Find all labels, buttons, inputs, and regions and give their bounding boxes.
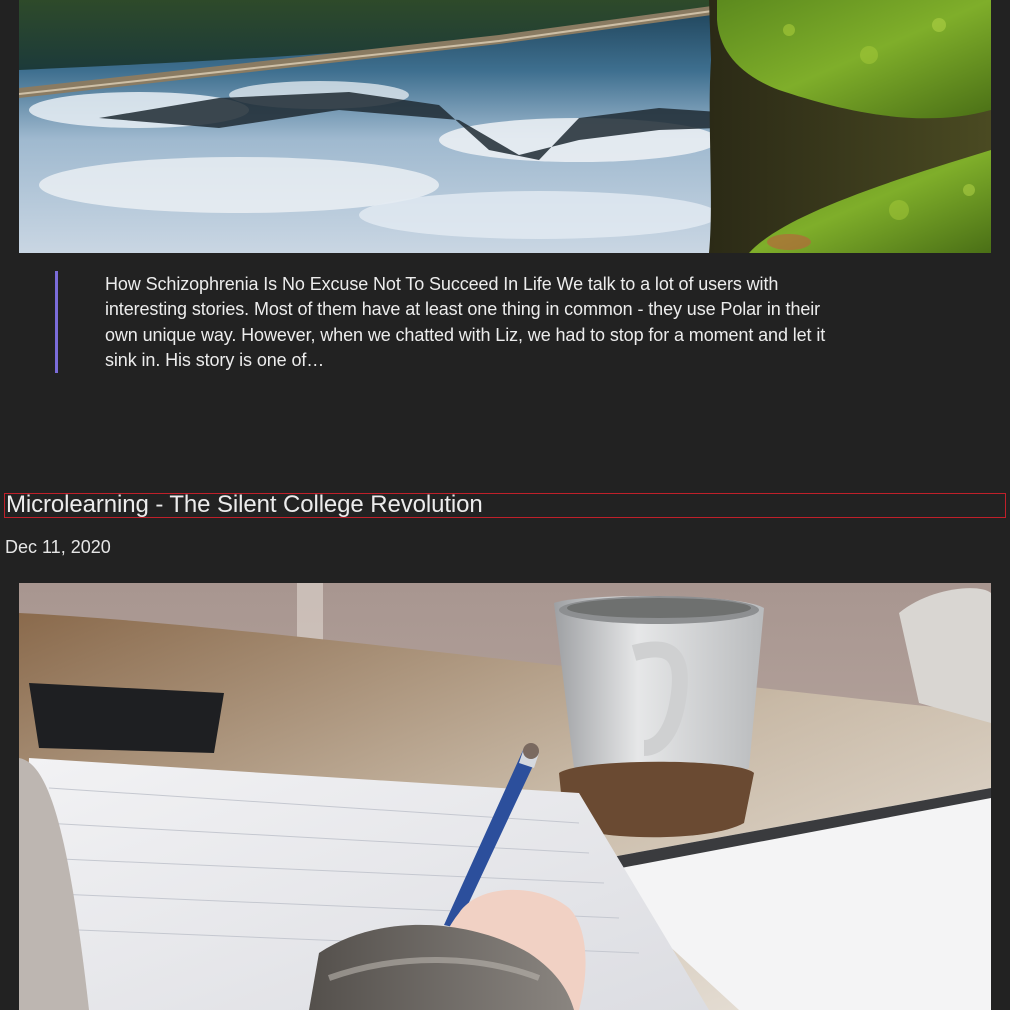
post-excerpt-quote: How Schizophrenia Is No Excuse Not To Su… <box>55 271 835 373</box>
post-cover-image-lake[interactable] <box>19 0 991 253</box>
post-excerpt-text: How Schizophrenia Is No Excuse Not To Su… <box>105 274 826 370</box>
post-cover-image-desk[interactable] <box>19 583 991 1010</box>
blog-feed: How Schizophrenia Is No Excuse Not To Su… <box>0 0 1010 1010</box>
post-title-link[interactable]: Microlearning - The Silent College Revol… <box>4 493 1006 518</box>
post-date: Dec 11, 2020 <box>5 537 111 557</box>
